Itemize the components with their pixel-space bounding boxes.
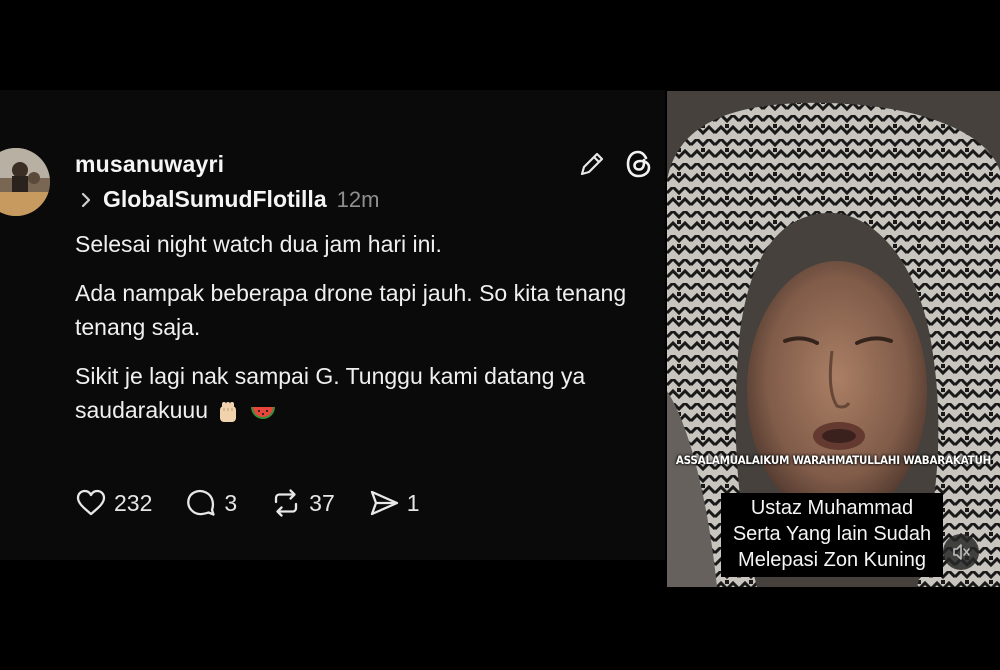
caption-line: Melepasi Zon Kuning <box>738 549 926 571</box>
post-timestamp: 12m <box>336 187 380 212</box>
video-caption: Ustaz Muhammad Serta Yang lain Sudah Mel… <box>721 493 943 577</box>
caption-line: Serta Yang lain Sudah <box>732 523 932 545</box>
post-paragraph-text: Sikit je lagi nak sampai G. Tunggu kami … <box>75 363 586 423</box>
reply-button[interactable]: 3 <box>184 486 237 520</box>
community-link[interactable]: GlobalSumudFlotilla <box>103 186 327 213</box>
caption-line: Ustaz Muhammad <box>750 497 914 519</box>
username[interactable]: musanuwayri <box>75 151 224 178</box>
mute-button[interactable] <box>943 534 979 570</box>
repost-count: 37 <box>309 489 335 516</box>
muted-speaker-icon <box>953 544 970 560</box>
community-row: GlobalSumudFlotilla 12m <box>75 185 379 213</box>
reply-count: 3 <box>224 489 238 516</box>
like-count: 232 <box>114 489 153 516</box>
send-icon <box>370 490 398 516</box>
pencil-icon[interactable] <box>576 148 608 180</box>
comment-bubble-icon <box>187 489 216 516</box>
post-card: musanuwayri GlobalSumudFlotilla 12m Sele… <box>0 90 665 560</box>
heart-icon <box>76 489 106 516</box>
avatar[interactable] <box>0 148 50 216</box>
post-actions: 232 3 37 1 <box>74 486 452 520</box>
raised-fist-icon <box>220 401 236 422</box>
repost-icon <box>275 489 298 517</box>
post-paragraph-with-emoji: Sikit je lagi nak sampai G. Tunggu kami … <box>75 359 655 427</box>
share-count: 1 <box>406 489 420 516</box>
video-thumbnail[interactable]: ASSALAMUALAIKUM WARAHMATULLAHI WABARAKAT… <box>667 91 1000 587</box>
threads-logo-icon[interactable] <box>622 147 656 181</box>
repost-button[interactable]: 37 <box>269 486 335 520</box>
share-button[interactable]: 1 <box>367 486 420 520</box>
video-overlay-greeting: ASSALAMUALAIKUM WARAHMATULLAHI WABARAKAT… <box>675 453 992 467</box>
chevron-right-icon <box>81 192 91 208</box>
post-body: Selesai night watch dua jam hari ini. Ad… <box>75 227 655 442</box>
watermelon-icon <box>251 406 275 419</box>
post-paragraph: Selesai night watch dua jam hari ini. <box>75 231 442 257</box>
post-paragraph: Ada nampak beberapa drone tapi jauh. So … <box>75 280 627 340</box>
like-button[interactable]: 232 <box>74 486 152 520</box>
